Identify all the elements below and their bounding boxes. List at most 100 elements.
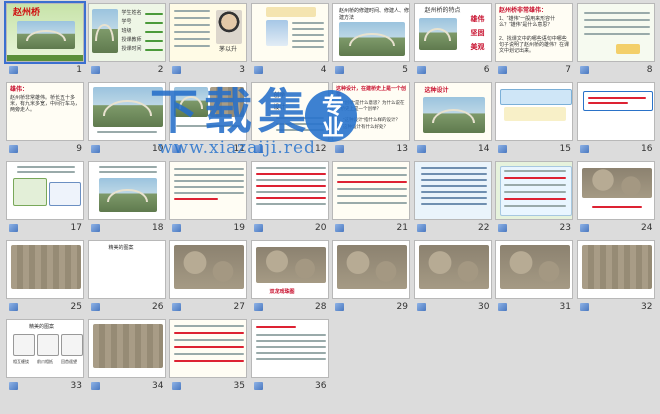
slide-title: 精美的图案: [29, 324, 55, 330]
animation-icon: [172, 224, 181, 232]
slide-preview[interactable]: [6, 240, 84, 299]
slide-preview[interactable]: [332, 161, 410, 220]
decoration: [7, 55, 83, 61]
slide-number: 23: [559, 223, 571, 233]
slide-thumbnail[interactable]: 30: [413, 240, 492, 317]
slide-thumbnail[interactable]: 赵州桥的修建时间、修建人、修建方法 5: [332, 3, 410, 80]
slide-preview[interactable]: [576, 82, 655, 141]
slide-thumbnail[interactable]: 16: [576, 82, 655, 159]
decoration: [96, 131, 157, 133]
decoration: [174, 45, 210, 47]
slide-thumbnail[interactable]: 27: [169, 240, 247, 317]
slide-preview[interactable]: 这种设计，在建桥史上是一个创举 1、“创举”是什么意思？为什么说在建桥史上是一个创…: [332, 82, 410, 141]
slide-thumbnail[interactable]: 36: [250, 319, 329, 396]
slide-thumbnail[interactable]: 22: [413, 161, 492, 238]
animation-icon: [335, 66, 344, 74]
slide-preview[interactable]: [495, 161, 573, 220]
slide-preview[interactable]: 精美的图案: [87, 240, 166, 299]
slide-thumbnail[interactable]: 雄伟： 赵州桥非常雄伟。桥长五十多米，有九米多宽，中间行车马，两旁走人。 9: [6, 82, 84, 159]
slide-preview[interactable]: [413, 161, 492, 220]
slide-thumbnail[interactable]: 29: [332, 240, 410, 317]
slide-thumbnail[interactable]: 18: [87, 161, 166, 238]
slide-thumbnail[interactable]: 赵州桥的特点 雄伟 坚固 美观 6: [413, 3, 492, 80]
slide-thumbnail[interactable]: 32: [576, 240, 655, 317]
slide-thumbnail[interactable]: 34: [87, 319, 166, 396]
slide-thumbnail[interactable]: 11: [169, 82, 247, 159]
slide-thumbnail[interactable]: 23: [495, 161, 573, 238]
slide-preview[interactable]: 赵州桥的特点 雄伟 坚固 美观: [413, 3, 492, 62]
slide-preview[interactable]: [87, 319, 166, 378]
slide-preview[interactable]: [250, 319, 329, 378]
slide-thumbnail[interactable]: 精美的图案 相互缠绕 前爪相抵 回首遥望 33: [6, 319, 84, 396]
decoration: [255, 334, 326, 336]
slide-thumbnail[interactable]: 8: [576, 3, 655, 80]
slide-preview[interactable]: 创举 设计: [250, 82, 329, 141]
slide-preview[interactable]: 赵州桥非常雄伟： 1、“雄伟”一般用来形容什么？“雄伟”是什么意思？ 2、找课文中的…: [495, 3, 573, 62]
slide-number: 8: [646, 65, 653, 75]
slide-thumbnail[interactable]: 4: [250, 3, 329, 80]
slide-preview[interactable]: 精美的图案 相互缠绕 前爪相抵 回首遥望: [6, 319, 84, 378]
slide-thumbnail[interactable]: 19: [169, 161, 247, 238]
slide-thumbnail[interactable]: 21: [332, 161, 410, 238]
slide-thumbnail[interactable]: 学生姓名 学号 班级 授课教师 授课时间 2: [87, 3, 166, 80]
animation-icon: [9, 224, 18, 232]
slide-number: 16: [641, 144, 653, 154]
question: 2、找课文中的哪些语句中哪些句子说明了赵州桥的雄伟？在课文中划记出来。: [499, 36, 570, 54]
slide-preview[interactable]: 这种设计: [413, 82, 492, 141]
slide-preview[interactable]: [250, 3, 329, 62]
decoration: [420, 173, 487, 175]
slide-thumbnail[interactable]: 24: [576, 161, 655, 238]
slide-preview[interactable]: [495, 240, 573, 299]
slide-preview[interactable]: [413, 240, 492, 299]
railing-image: [581, 245, 652, 289]
slide-preview[interactable]: 茅以升: [169, 3, 247, 62]
carving-image: [500, 245, 570, 289]
slide-preview[interactable]: 赵州桥: [4, 1, 86, 64]
decoration: [255, 173, 326, 175]
slide-preview[interactable]: [576, 240, 655, 299]
bridge-image: [418, 18, 457, 50]
slide-thumbnail[interactable]: 20: [250, 161, 329, 238]
decoration: [176, 125, 240, 127]
slide-preview[interactable]: [87, 82, 166, 141]
slide-preview[interactable]: [87, 161, 166, 220]
question: 1、“创举”是什么意思？为什么说在建桥史上是一个创举？: [336, 100, 405, 111]
slide-preview[interactable]: [6, 161, 84, 220]
slide-thumbnail[interactable]: 双龙戏珠图 28: [250, 240, 329, 317]
slide-preview[interactable]: [169, 161, 247, 220]
slide-preview[interactable]: 双龙戏珠图: [250, 240, 329, 299]
bridge-image: [174, 87, 208, 117]
slide-thumbnail[interactable]: 25: [6, 240, 84, 317]
slide-preview[interactable]: [169, 319, 247, 378]
slide-preview[interactable]: [576, 3, 655, 62]
slide-number: 30: [478, 302, 490, 312]
carving-image: [174, 245, 244, 289]
slide-thumbnail[interactable]: 赵州桥 1: [4, 1, 86, 80]
slide-preview[interactable]: 赵州桥的修建时间、修建人、修建方法: [332, 3, 410, 62]
slide-preview[interactable]: 雄伟： 赵州桥非常雄伟。桥长五十多米，有九米多宽，中间行车马，两旁走人。: [6, 82, 84, 141]
animation-icon: [579, 66, 589, 74]
slide-thumbnail[interactable]: 精美的图案 26: [87, 240, 166, 317]
slide-thumbnail[interactable]: 创举 设计 12: [250, 82, 329, 159]
slide-thumbnail[interactable]: 这种设计，在建桥史上是一个创举 1、“创举”是什么意思？为什么说在建桥史上是一个创…: [332, 82, 410, 159]
slide-thumbnail[interactable]: 10: [87, 82, 166, 159]
slide-thumbnail[interactable]: 茅以升 3: [169, 3, 247, 80]
slide-thumbnail[interactable]: 35: [169, 319, 247, 396]
slide-thumbnail[interactable]: 赵州桥非常雄伟： 1、“雄伟”一般用来形容什么？“雄伟”是什么意思？ 2、找课文中的…: [495, 3, 573, 80]
slide-thumbnail[interactable]: 15: [495, 82, 573, 159]
animation-icon: [579, 224, 589, 232]
slide-preview[interactable]: [250, 161, 329, 220]
slide-preview[interactable]: [495, 82, 573, 141]
note-box: [504, 107, 566, 121]
slide-preview[interactable]: [169, 82, 247, 141]
slide-thumbnail[interactable]: 这种设计 14: [413, 82, 492, 159]
slide-thumbnail[interactable]: 31: [495, 240, 573, 317]
slide-thumbnail[interactable]: 17: [6, 161, 84, 238]
bridge-image: [17, 21, 75, 49]
slide-preview[interactable]: [576, 161, 655, 220]
photo: [265, 20, 288, 46]
decoration: [144, 22, 163, 24]
slide-preview[interactable]: [332, 240, 410, 299]
slide-preview[interactable]: 学生姓名 学号 班级 授课教师 授课时间: [87, 3, 166, 62]
slide-preview[interactable]: [169, 240, 247, 299]
